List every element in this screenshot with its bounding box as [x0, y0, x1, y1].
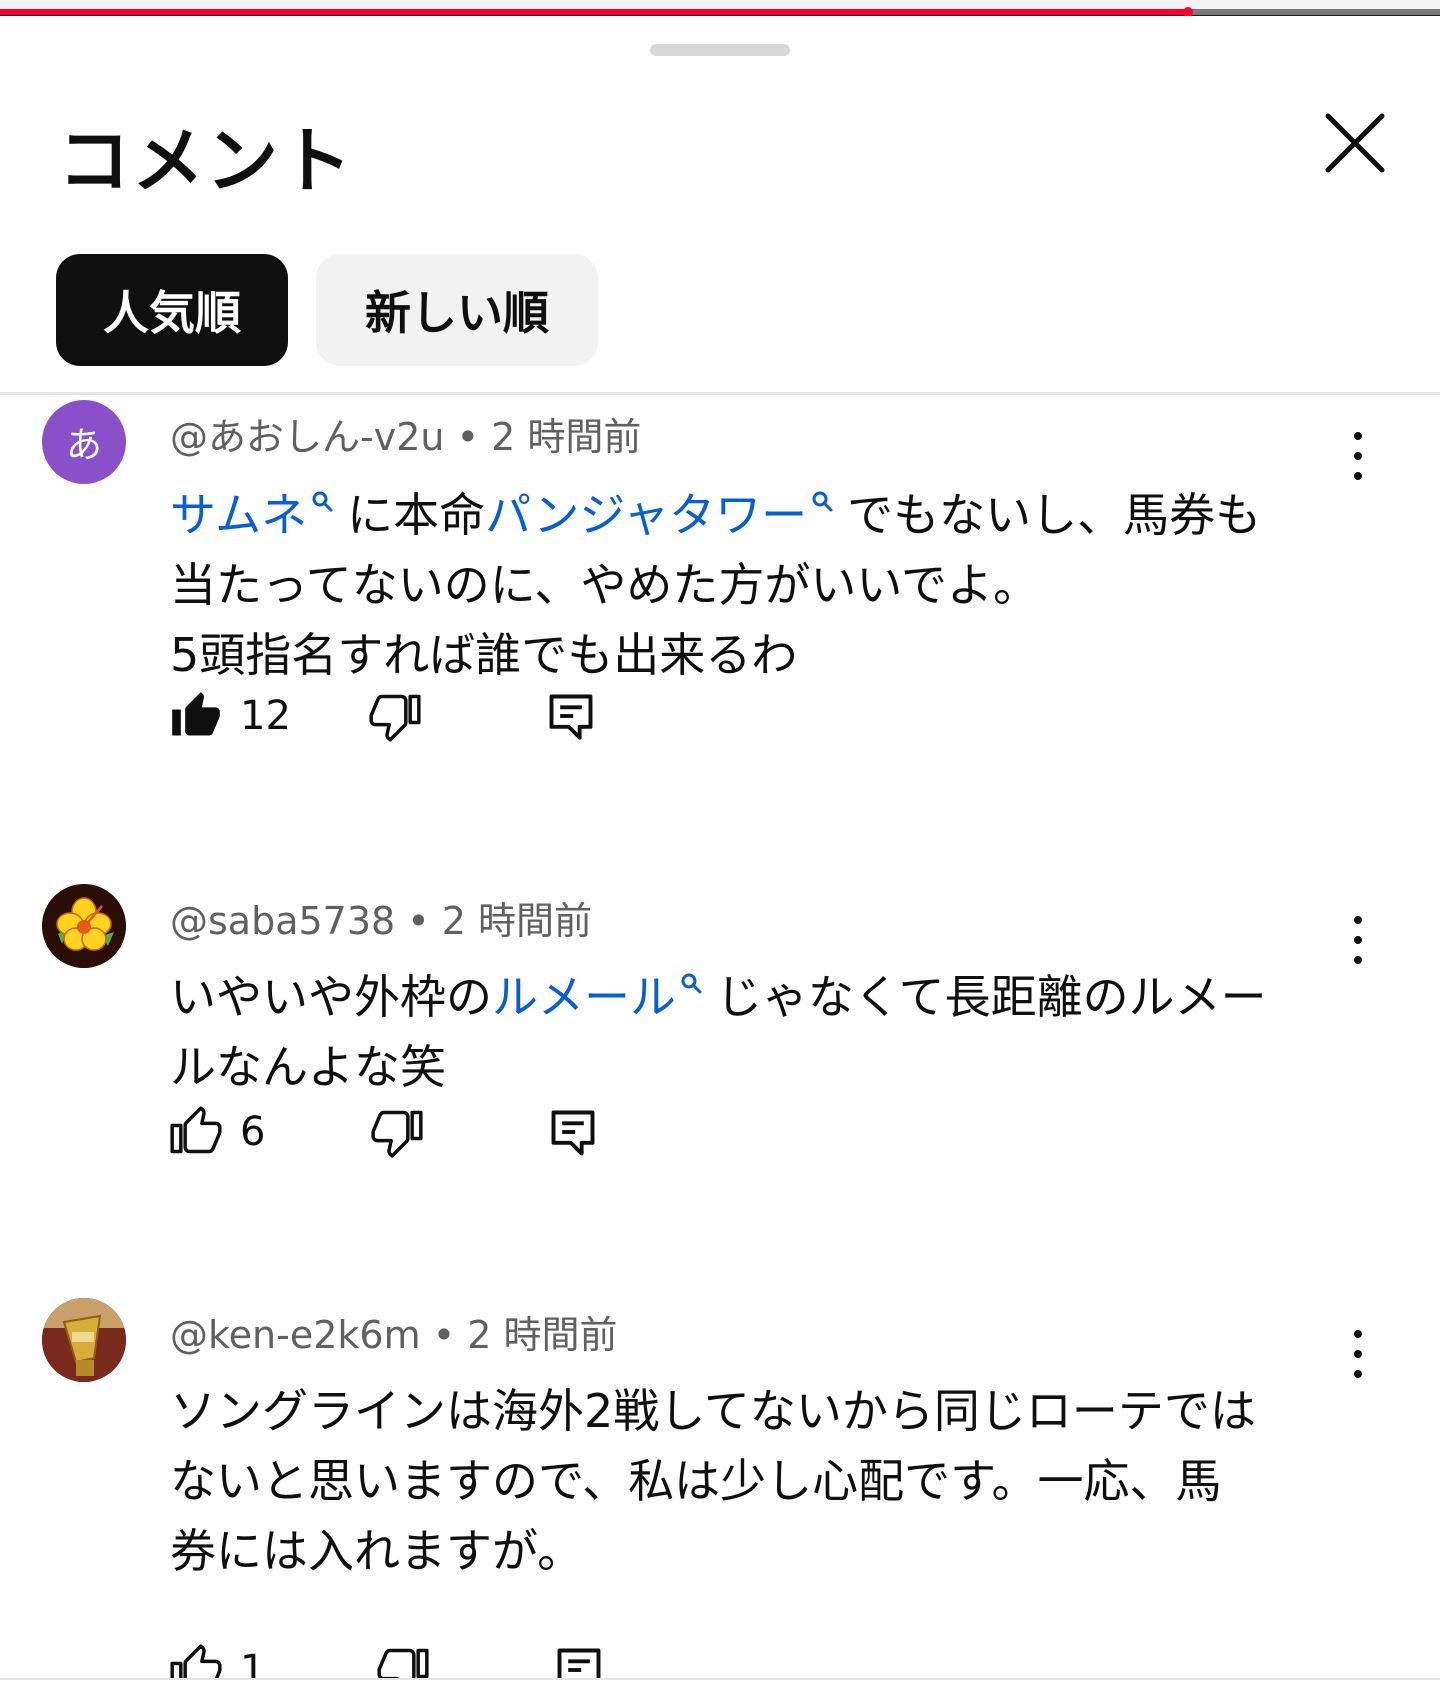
comment-time: 2 時間前	[441, 899, 593, 943]
reply-icon	[549, 694, 593, 740]
more-dot	[1354, 432, 1362, 440]
more-options-button[interactable]	[1338, 910, 1378, 970]
avatar[interactable]	[42, 1298, 126, 1382]
comment-text-segment: ルなんよな笑	[170, 1040, 446, 1094]
like-count: 12	[240, 693, 291, 739]
more-dot	[1354, 1350, 1362, 1358]
divider	[0, 392, 1440, 395]
comment-meta: @あおしん-v2u • 2 時間前	[170, 406, 641, 461]
comment-meta: @ken-e2k6m • 2 時間前	[170, 1304, 617, 1359]
dislike-button[interactable]	[369, 690, 421, 742]
search-link[interactable]: サムネ	[170, 488, 307, 542]
more-options-button[interactable]	[1338, 1324, 1378, 1384]
comment-text-segment: 5頭指名すれば誰でも出来るわ	[170, 628, 798, 682]
comment-text-segment: いやいや外枠の	[170, 970, 492, 1024]
dislike-button[interactable]	[371, 1106, 424, 1158]
comment-text: サムネ に本命パンジャタワー でもないし、馬券も 当たってないのに、やめた方がいいで…	[170, 480, 1350, 690]
comment-time: 2 時間前	[491, 415, 642, 459]
close-icon	[1325, 113, 1385, 173]
comment-text: ソングラインは海外2戦してないから同じローテでは ないと思いますので、私は少し心…	[170, 1376, 1350, 1586]
comment-text-segment: 券には入れますが。	[170, 1524, 584, 1578]
avatar[interactable]	[42, 884, 126, 968]
thumb-up-filled-icon	[172, 692, 220, 736]
thumb-down-icon	[371, 1110, 424, 1158]
reply-button[interactable]	[547, 1106, 599, 1158]
sort-chip-newest[interactable]: 新しい順	[316, 254, 598, 366]
like-button[interactable]: 6	[170, 1106, 265, 1158]
meta-separator: •	[456, 415, 492, 459]
search-icon	[812, 491, 833, 511]
comments-sheet: コメント 人気順 新しい順 あ @あおしん-v2u • 2 時間前 サムネ に本命…	[0, 16, 1440, 1684]
close-button[interactable]	[1318, 106, 1392, 180]
more-dot	[1354, 916, 1362, 924]
trophy-avatar-icon	[42, 1298, 126, 1382]
comment-author[interactable]: @saba5738	[170, 899, 395, 943]
more-dot	[1354, 956, 1362, 964]
like-button[interactable]: 12	[170, 690, 291, 742]
reply-icon	[552, 1110, 595, 1156]
more-dot	[1354, 1330, 1362, 1338]
comment-text-segment: でもないし、馬券も	[847, 488, 1262, 542]
comment-text-segment: ないと思いますので、私は少し心配です。一応、馬	[170, 1454, 1222, 1508]
hibiscus-avatar-icon	[42, 884, 126, 968]
more-options-button[interactable]	[1338, 426, 1378, 486]
avatar-letter: あ	[65, 425, 102, 466]
search-link[interactable]: パンジャタワー	[485, 488, 807, 542]
meta-separator: •	[432, 1313, 468, 1357]
comment-time: 2 時間前	[467, 1313, 618, 1357]
comment-actions: 12	[170, 690, 597, 742]
like-count: 6	[240, 1109, 266, 1155]
reply-button[interactable]	[545, 690, 597, 742]
sort-chips: 人気順 新しい順	[56, 254, 598, 366]
more-dot	[1354, 472, 1362, 480]
comment-text: いやいや外枠のルメール じゃなくて長距離のルメー ルなんよな笑	[170, 962, 1350, 1102]
search-icon	[681, 973, 702, 993]
comment-author[interactable]: @あおしん-v2u	[170, 415, 444, 459]
comment-text-segment: に本命	[347, 488, 486, 542]
more-dot	[1354, 936, 1362, 944]
progress-scrubber[interactable]	[1183, 7, 1193, 16]
more-dot	[1354, 1370, 1362, 1378]
drag-handle[interactable]	[650, 44, 790, 56]
bottom-edge	[0, 1678, 1440, 1684]
thumb-up-icon	[170, 1106, 222, 1154]
sort-chip-popular[interactable]: 人気順	[56, 254, 288, 366]
sheet-title: コメント	[58, 119, 355, 203]
comment-actions: 6	[170, 1106, 599, 1158]
more-dot	[1354, 452, 1362, 460]
avatar[interactable]: あ	[42, 400, 126, 484]
comment-text-segment: じゃなくて長距離のルメー	[716, 970, 1267, 1024]
meta-separator: •	[407, 899, 442, 943]
comment-meta: @saba5738 • 2 時間前	[170, 890, 592, 945]
progress-fill	[0, 9, 1188, 15]
search-link[interactable]: ルメール	[492, 970, 676, 1024]
comment-text-segment: 当たってないのに、やめた方がいいでよ。	[170, 558, 1039, 612]
video-player-strip	[0, 0, 1440, 16]
comment-text-segment: ソングラインは海外2戦してないから同じローテでは	[170, 1384, 1256, 1438]
thumb-down-icon	[369, 694, 421, 742]
search-icon	[312, 491, 333, 511]
comment-author[interactable]: @ken-e2k6m	[170, 1313, 421, 1357]
